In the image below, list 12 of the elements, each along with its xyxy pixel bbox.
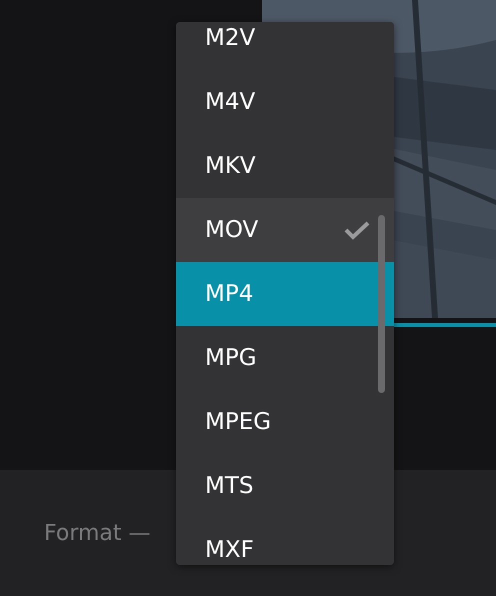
format-option[interactable]: MXF bbox=[176, 518, 394, 565]
format-option[interactable]: MPEG bbox=[176, 390, 394, 454]
format-option[interactable]: MTS bbox=[176, 454, 394, 518]
scrollbar[interactable] bbox=[378, 215, 385, 393]
format-option[interactable]: M2V bbox=[176, 22, 394, 70]
format-option[interactable]: M4V bbox=[176, 70, 394, 134]
format-option[interactable]: MKV bbox=[176, 134, 394, 198]
checkmark-icon bbox=[344, 220, 370, 240]
format-option[interactable]: MOV bbox=[176, 198, 394, 262]
format-option[interactable]: MP4 bbox=[176, 262, 394, 326]
format-option[interactable]: MPG bbox=[176, 326, 394, 390]
format-label: Format — bbox=[44, 520, 151, 548]
